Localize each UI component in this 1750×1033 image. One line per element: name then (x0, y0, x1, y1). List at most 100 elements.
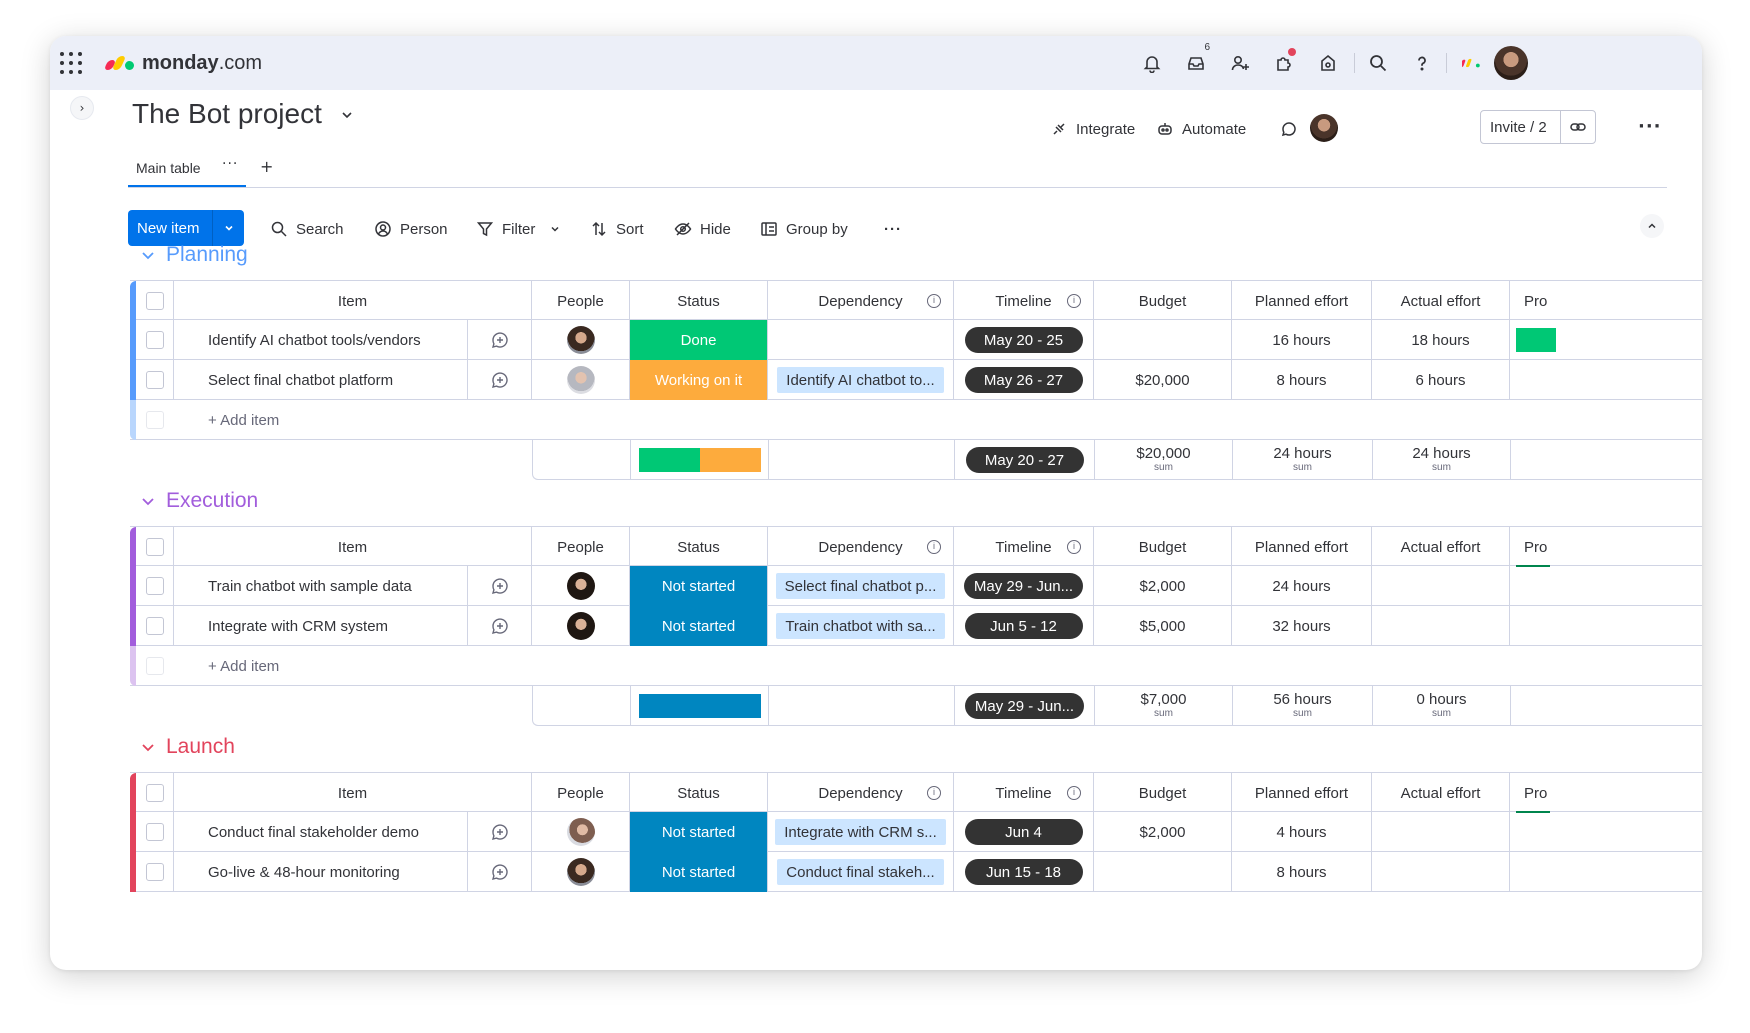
item-name[interactable]: Identify AI chatbot tools/vendors (174, 320, 468, 360)
timeline-cell[interactable]: Jun 15 - 18 (954, 852, 1094, 892)
invite-button[interactable]: Invite / 2 (1480, 110, 1596, 144)
add-update-icon[interactable] (468, 566, 532, 606)
workflows-icon[interactable] (1312, 48, 1344, 78)
add-update-icon[interactable] (468, 320, 532, 360)
column-header-actual-effort[interactable]: Actual effort (1372, 527, 1510, 567)
item-name[interactable]: Select final chatbot platform (174, 360, 468, 400)
column-header-item[interactable]: Item (174, 773, 532, 813)
tab-options-dots[interactable]: ··· (222, 156, 238, 172)
info-icon[interactable]: i (1067, 540, 1081, 554)
column-header-progress[interactable]: Pro (1510, 773, 1570, 813)
column-header-status[interactable]: Status (630, 773, 768, 813)
column-header-item[interactable]: Item (174, 527, 532, 567)
select-all-checkbox[interactable] (136, 281, 174, 321)
planned-effort-cell[interactable]: 16 hours (1232, 320, 1372, 360)
automate-button[interactable]: Automate (1156, 117, 1246, 141)
column-header-status[interactable]: Status (630, 281, 768, 321)
timeline-cell[interactable]: Jun 5 - 12 (954, 606, 1094, 646)
timeline-cell[interactable]: May 26 - 27 (954, 360, 1094, 400)
timeline-cell[interactable]: May 29 - Jun... (954, 566, 1094, 606)
actual-effort-cell[interactable]: 6 hours (1372, 360, 1510, 400)
dependency-cell[interactable]: Conduct final stakeh... (768, 852, 954, 892)
info-icon[interactable]: i (927, 786, 941, 800)
monday-logo[interactable]: monday.com (103, 52, 262, 74)
info-icon[interactable]: i (1067, 786, 1081, 800)
column-header-planned-effort[interactable]: Planned effort (1232, 527, 1372, 567)
people-cell[interactable] (532, 566, 630, 606)
budget-cell[interactable]: $20,000 (1094, 360, 1232, 400)
new-item-dropdown-icon[interactable] (213, 222, 244, 234)
group-header-planning[interactable]: Planning (140, 242, 248, 268)
dependency-cell[interactable]: Train chatbot with sa... (768, 606, 954, 646)
monday-switcher-icon[interactable] (1454, 48, 1490, 78)
group-header-launch[interactable]: Launch (140, 734, 235, 760)
status-cell[interactable]: Not started (630, 812, 768, 852)
planned-effort-cell[interactable]: 24 hours (1232, 566, 1372, 606)
group-name[interactable]: Launch (166, 735, 235, 759)
search-icon[interactable] (1362, 48, 1394, 78)
status-cell[interactable]: Not started (630, 566, 768, 606)
column-header-status[interactable]: Status (630, 527, 768, 567)
item-name[interactable]: Go-live & 48-hour monitoring (174, 852, 468, 892)
status-cell[interactable]: Working on it (630, 360, 768, 400)
filter-button[interactable]: Filter (476, 219, 561, 239)
group-by-button[interactable]: Group by (760, 219, 848, 239)
row-checkbox[interactable] (136, 566, 174, 606)
select-all-checkbox[interactable] (136, 527, 174, 567)
column-header-planned-effort[interactable]: Planned effort (1232, 773, 1372, 813)
planned-effort-cell[interactable]: 32 hours (1232, 606, 1372, 646)
invite-members-icon[interactable] (1224, 48, 1256, 78)
help-icon[interactable] (1406, 48, 1438, 78)
apps-grid-icon[interactable] (60, 52, 82, 74)
column-header-people[interactable]: People (532, 527, 630, 567)
add-update-icon[interactable] (468, 606, 532, 646)
item-name[interactable]: Train chatbot with sample data (174, 566, 468, 606)
add-update-icon[interactable] (468, 812, 532, 852)
user-avatar[interactable] (1494, 46, 1528, 80)
column-header-timeline[interactable]: Timeline i (954, 773, 1094, 813)
table-row[interactable]: Conduct final stakeholder demo Not start… (130, 812, 1702, 852)
people-cell[interactable] (532, 812, 630, 852)
table-row[interactable]: Select final chatbot platform Working on… (130, 360, 1702, 400)
search-button[interactable]: Search (270, 219, 344, 239)
actual-effort-cell[interactable] (1372, 852, 1510, 892)
table-row[interactable]: Train chatbot with sample data Not start… (130, 566, 1702, 606)
board-more-options[interactable]: ··· (1638, 116, 1662, 137)
updates-button[interactable] (1280, 117, 1298, 141)
add-view-button[interactable]: + (260, 157, 273, 176)
add-item-input[interactable]: + Add item (174, 646, 574, 686)
budget-cell[interactable]: $2,000 (1094, 566, 1232, 606)
sort-button[interactable]: Sort (590, 219, 644, 239)
row-checkbox[interactable] (136, 852, 174, 892)
row-checkbox[interactable] (136, 606, 174, 646)
column-header-timeline[interactable]: Timeline i (954, 527, 1094, 567)
table-row[interactable]: Identify AI chatbot tools/vendors Done M… (130, 320, 1702, 360)
info-icon[interactable]: i (1067, 294, 1081, 308)
info-icon[interactable]: i (927, 294, 941, 308)
column-header-timeline[interactable]: Timeline i (954, 281, 1094, 321)
add-item-row[interactable]: + Add item (130, 646, 1702, 686)
inbox-icon[interactable]: 6 (1180, 42, 1212, 78)
group-header-execution[interactable]: Execution (140, 488, 258, 514)
person-filter-button[interactable]: Person (374, 219, 448, 239)
copy-link-icon[interactable] (1561, 118, 1595, 136)
timeline-cell[interactable]: Jun 4 (954, 812, 1094, 852)
column-header-item[interactable]: Item (174, 281, 532, 321)
planned-effort-cell[interactable]: 8 hours (1232, 852, 1372, 892)
chevron-down-icon[interactable] (140, 247, 156, 263)
column-header-dependency[interactable]: Dependency i (768, 281, 954, 321)
add-item-row[interactable]: + Add item (130, 400, 1702, 440)
board-title[interactable]: The Bot project (132, 98, 322, 130)
integrate-button[interactable]: Integrate (1050, 117, 1135, 141)
column-header-dependency[interactable]: Dependency i (768, 773, 954, 813)
collapse-header-button[interactable] (1640, 214, 1664, 238)
timeline-cell[interactable]: May 20 - 25 (954, 320, 1094, 360)
status-cell[interactable]: Not started (630, 852, 768, 892)
table-row[interactable]: Integrate with CRM system Not started Tr… (130, 606, 1702, 646)
status-cell[interactable]: Not started (630, 606, 768, 646)
column-header-budget[interactable]: Budget (1094, 773, 1232, 813)
row-checkbox[interactable] (136, 360, 174, 400)
actual-effort-cell[interactable] (1372, 606, 1510, 646)
column-header-planned-effort[interactable]: Planned effort (1232, 281, 1372, 321)
new-item-button[interactable]: New item (128, 210, 244, 246)
